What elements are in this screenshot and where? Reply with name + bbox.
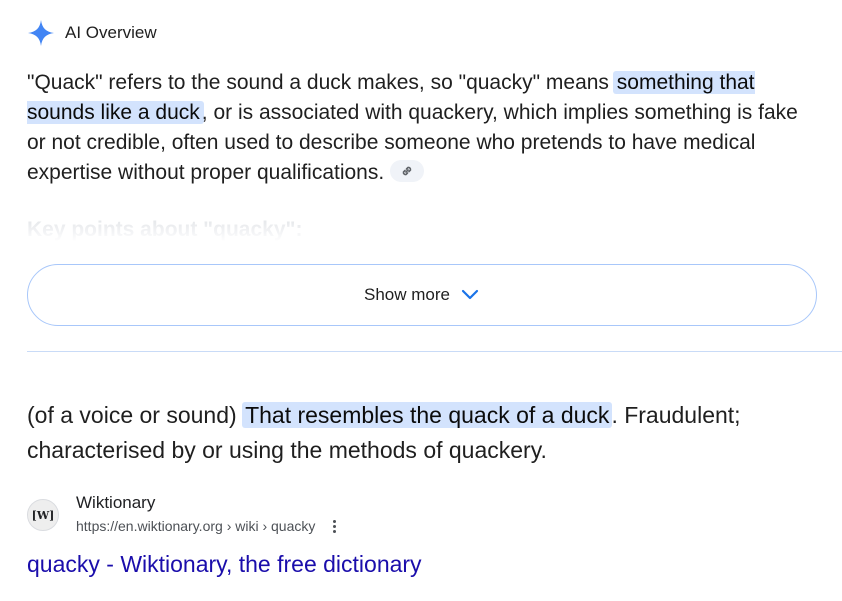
- site-url-row: https://en.wiktionary.org › wiki › quack…: [76, 516, 339, 536]
- result-title-link[interactable]: quacky - Wiktionary, the free dictionary: [27, 548, 422, 580]
- sparkle-icon: [27, 19, 55, 47]
- overview-text-start: "Quack" refers to the sound a duck makes…: [27, 71, 615, 94]
- section-divider: [27, 351, 842, 352]
- chevron-down-icon: [460, 288, 480, 302]
- site-name[interactable]: Wiktionary: [76, 492, 339, 514]
- faded-key-points-heading: Key points about "quacky":: [27, 218, 303, 241]
- show-more-label: Show more: [364, 285, 450, 304]
- definition-highlight: That resembles the quack of a duck: [242, 402, 613, 428]
- show-more-button[interactable]: Show more: [27, 264, 817, 326]
- wiktionary-favicon[interactable]: [W]: [27, 499, 59, 531]
- site-url[interactable]: https://en.wiktionary.org › wiki › quack…: [76, 516, 315, 536]
- more-vert-icon[interactable]: [329, 517, 339, 535]
- source-meta: Wiktionary https://en.wiktionary.org › w…: [76, 492, 339, 536]
- featured-definition: (of a voice or sound) That resembles the…: [27, 398, 827, 468]
- ai-overview-text: "Quack" refers to the sound a duck makes…: [27, 68, 817, 188]
- ai-overview-header: AI Overview: [27, 19, 157, 47]
- definition-prefix: (of a voice or sound): [27, 402, 244, 428]
- source-attribution: [W] Wiktionary https://en.wiktionary.org…: [27, 492, 339, 536]
- link-icon[interactable]: [390, 160, 425, 183]
- ai-overview-title: AI Overview: [65, 23, 157, 42]
